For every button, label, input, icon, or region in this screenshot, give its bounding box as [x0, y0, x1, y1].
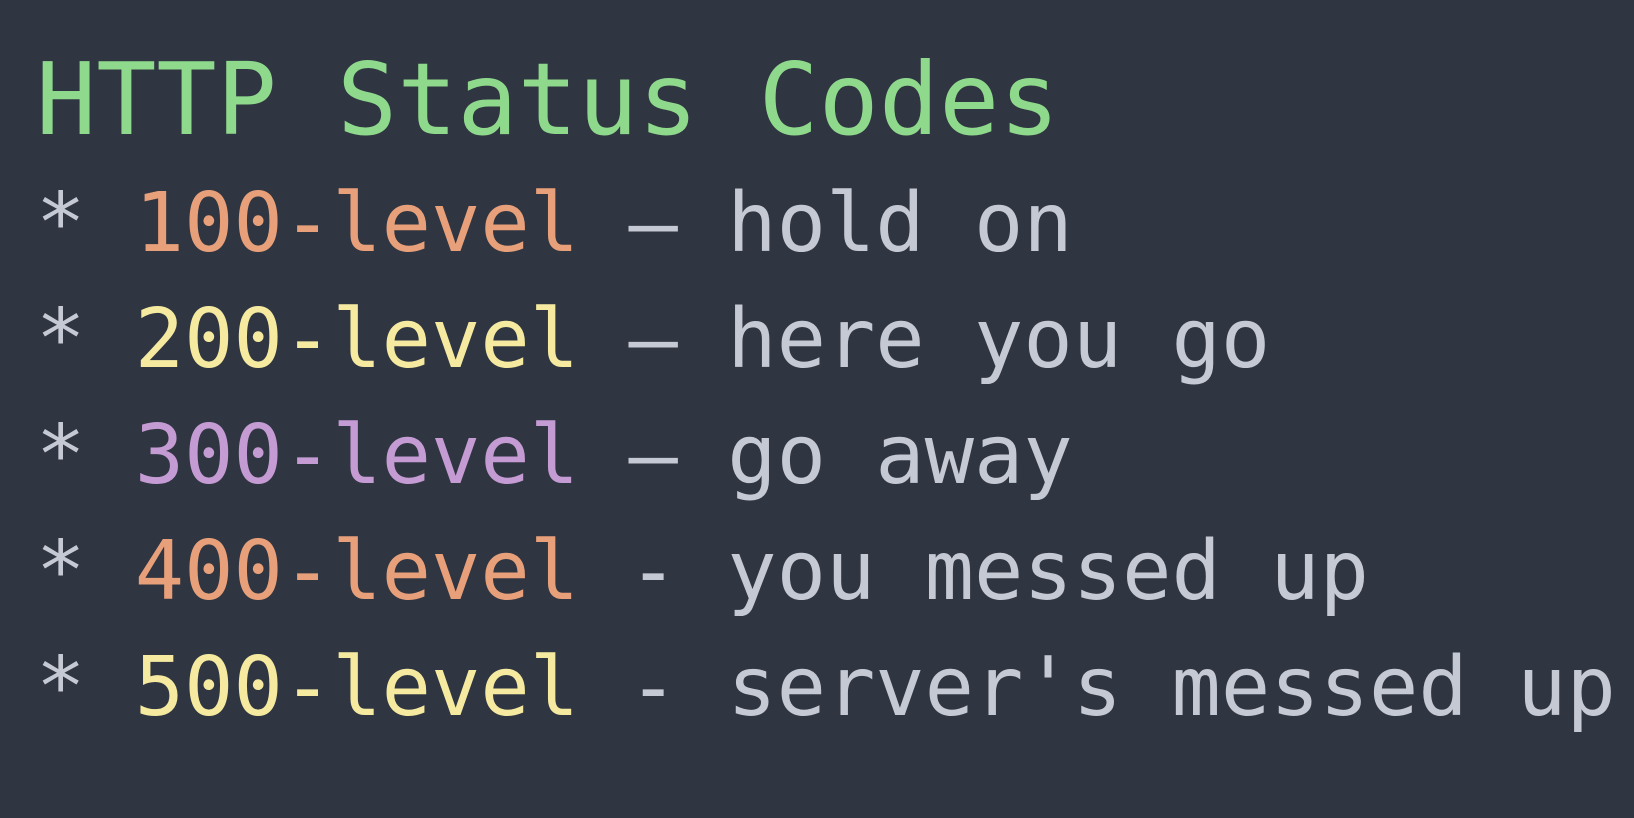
- bullet-asterisk: *: [36, 524, 86, 619]
- status-code-label: 400-level: [134, 524, 580, 619]
- list-item: * 300-level – go away: [36, 398, 1634, 514]
- list-item: * 400-level - you messed up: [36, 514, 1634, 630]
- bullet-asterisk: *: [36, 640, 86, 735]
- bullet-asterisk: *: [36, 292, 86, 387]
- status-code-label: 100-level: [134, 176, 580, 271]
- status-code-label: 500-level: [134, 640, 580, 735]
- bullet-asterisk: *: [36, 408, 86, 503]
- separator-dash: -: [628, 524, 678, 619]
- list-item: * 100-level – hold on: [36, 166, 1634, 282]
- status-description: here you go: [727, 292, 1271, 387]
- status-description: server's messed up: [727, 640, 1616, 735]
- markdown-slide: HTTP Status Codes * 100-level – hold on …: [0, 0, 1634, 818]
- page-title: HTTP Status Codes: [36, 41, 1060, 158]
- status-code-label: 200-level: [134, 292, 580, 387]
- list-item: * 200-level – here you go: [36, 282, 1634, 398]
- status-description: go away: [727, 408, 1073, 503]
- status-description: hold on: [727, 176, 1073, 271]
- separator-dash: –: [628, 176, 678, 271]
- status-code-list: * 100-level – hold on * 200-level – here…: [36, 166, 1634, 746]
- status-description: you messed up: [727, 524, 1369, 619]
- separator-dash: –: [628, 408, 678, 503]
- status-code-label: 300-level: [134, 408, 580, 503]
- list-item: * 500-level - server's messed up: [36, 630, 1634, 746]
- separator-dash: –: [628, 292, 678, 387]
- separator-dash: -: [628, 640, 678, 735]
- bullet-asterisk: *: [36, 176, 86, 271]
